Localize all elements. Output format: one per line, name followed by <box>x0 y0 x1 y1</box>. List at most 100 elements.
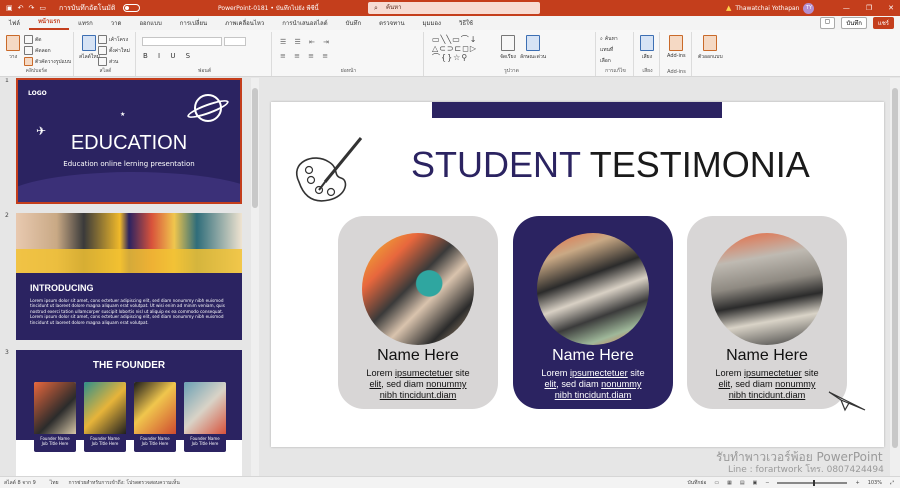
redo-icon[interactable]: ↷ <box>29 4 35 12</box>
zoom-out-button[interactable]: − <box>765 480 769 486</box>
slide-thumbnail-2[interactable]: INTRODUCING Lorem ipsum dolor sit amet, … <box>16 213 242 340</box>
tab-4[interactable]: ออกแบบ <box>130 18 170 28</box>
zoom-slider[interactable] <box>777 479 848 486</box>
user-area[interactable]: ▲ Thawatchai Yothapan TY <box>726 2 815 14</box>
format-painter-button[interactable]: ตัวคัดวางรูปแบบ <box>24 57 71 66</box>
arrange-button[interactable]: จัดเรียง <box>500 35 516 61</box>
close-icon[interactable]: ✕ <box>888 4 894 12</box>
tab-10[interactable]: มุมมอง <box>414 18 450 28</box>
tab-3[interactable]: วาด <box>102 18 131 28</box>
sorter-view-icon[interactable]: ▦ <box>727 480 732 486</box>
replace-button[interactable]: แทนที่ <box>600 46 613 54</box>
slide-thumbnail-1[interactable]: LOGO ★ ✈ EDUCATION Education online lern… <box>16 78 242 204</box>
tab-6[interactable]: ภาพเคลื่อนไหว <box>216 18 273 28</box>
group-voice: เสียง เสียง <box>636 32 660 76</box>
paste-button[interactable]: วาง <box>6 35 20 61</box>
group-drawing: ▭╲╲▭⌒↓ △⊂⊃⊏◻▷ ⌒{}☆⚲ จัดเรียง ลักษณะด่วน รู… <box>428 32 596 76</box>
section-button[interactable]: ส่วน <box>98 57 118 66</box>
find-button[interactable]: ⌕ ค้นหา <box>600 35 618 43</box>
quick-styles-button[interactable]: ลักษณะด่วน <box>520 35 546 61</box>
dictate-label: เสียง <box>641 54 653 60</box>
tab-9[interactable]: ตรวจทาน <box>370 18 413 28</box>
notes-button[interactable]: บันทึกย่อ <box>687 479 706 487</box>
share-button[interactable]: แชร์ <box>872 17 894 29</box>
autosave-toggle[interactable] <box>123 4 141 12</box>
align-buttons[interactable]: ≡ ≡ ≡ ≡ <box>280 52 331 60</box>
testimonial-card: Name Here Lorem ipsumectetuer site elit, … <box>338 216 498 409</box>
reset-button[interactable]: ตั้งค่าใหม่ <box>98 46 130 55</box>
search-box[interactable]: ⌕ ค้นหา <box>368 2 540 14</box>
layout-label: เค้าโครง <box>109 36 129 43</box>
search-placeholder: ค้นหา <box>386 4 402 11</box>
founder-role: Job Title Here <box>91 441 119 446</box>
group-editing: ⌕ ค้นหา แทนที่ เลือก การแก้ไข <box>598 32 634 76</box>
founder-caption: Founder Name Job Title Here <box>184 434 226 452</box>
group-label-drawing: รูปวาด <box>504 68 519 74</box>
group-font: B I U S ฟอนต์ <box>138 32 272 76</box>
layout-button[interactable]: เค้าโครง <box>98 35 128 44</box>
founder-role: Job Title Here <box>41 441 69 446</box>
paper-plane-icon <box>828 391 866 412</box>
thumbnail-number: 1 <box>5 78 9 84</box>
language-indicator[interactable]: ไทย <box>50 479 59 487</box>
text-link: nibh tincidunt.diam <box>554 390 632 400</box>
slide-scrollbar[interactable] <box>890 78 900 476</box>
new-slide-button[interactable]: สไลด์ใหม่ <box>79 35 100 61</box>
comments-icon[interactable]: ▢ <box>819 17 836 29</box>
select-button[interactable]: เลือก <box>600 57 611 65</box>
tab-1[interactable]: หน้าแรก <box>28 16 70 30</box>
tab-7[interactable]: การนำเสนอสไลด์ <box>273 18 336 28</box>
copy-button[interactable]: คัดลอก <box>24 46 51 55</box>
designer-button[interactable]: ตัวออกแบบ <box>698 35 723 61</box>
student-photo <box>362 233 474 345</box>
quick-access-toolbar: ▣ ↶ ↷ ▭ การบันทึกอัตโนมัติ <box>0 3 141 14</box>
thumbnails-scrollbar[interactable] <box>251 78 259 476</box>
shapes-gallery[interactable]: ▭╲╲▭⌒↓ △⊂⊃⊏◻▷ ⌒{}☆⚲ <box>432 35 477 62</box>
zoom-level[interactable]: 103% <box>868 480 882 486</box>
thumb-logo: LOGO <box>28 90 47 97</box>
font-format-buttons[interactable]: B I U S <box>143 52 194 60</box>
tab-2[interactable]: แทรก <box>69 18 102 28</box>
tab-8[interactable]: บันทึก <box>337 18 371 28</box>
accessibility-status[interactable]: การช่วยสำหรับการเข้าถึง: โปรดตรวจสอบความ… <box>69 479 180 487</box>
avatar[interactable]: TY <box>803 2 815 14</box>
undo-icon[interactable]: ↶ <box>18 4 24 12</box>
zoom-in-button[interactable]: + <box>855 480 859 486</box>
list-buttons[interactable]: ☰ ☰ ⇤ ⇥ <box>280 38 332 46</box>
normal-view-icon[interactable]: ▭ <box>714 480 719 486</box>
founder-role: Job Title Here <box>141 441 169 446</box>
save-icon[interactable]: ▣ <box>6 4 13 12</box>
fit-slide-icon[interactable]: ⤢ <box>890 480 894 486</box>
tab-5[interactable]: การเปลี่ยน <box>171 18 216 28</box>
group-label-editing: การแก้ไข <box>605 68 626 74</box>
record-button[interactable]: บันทึก <box>841 17 867 29</box>
find-label: ค้นหา <box>604 36 618 42</box>
slideshow-icon[interactable]: ▣ <box>753 480 758 486</box>
addins-button[interactable]: Add-ins <box>667 35 686 59</box>
text-segment: , sed diam <box>556 379 602 389</box>
founder-card: Founder Name Job Title Here <box>184 382 226 452</box>
minimize-icon[interactable]: — <box>843 4 850 12</box>
slide-thumbnail-3[interactable]: THE FOUNDER Founder Name Job Title Here F… <box>16 350 242 476</box>
present-icon[interactable]: ▭ <box>39 4 46 12</box>
scrollbar-thumb[interactable] <box>892 88 898 448</box>
reset-label: ตั้งค่าใหม่ <box>109 47 130 54</box>
tab-0[interactable]: ไฟล์ <box>0 18 29 28</box>
format-painter-label: ตัวคัดวางรูปแบบ <box>35 58 72 65</box>
ribbon-tabs: ไฟล์ หน้าแรก แทรก วาด ออกแบบ การเปลี่ยน ภาพเคล… <box>0 16 900 30</box>
scrollbar-thumb[interactable] <box>252 88 258 208</box>
text-link: ipsumectetuer <box>744 368 802 378</box>
cut-label: ตัด <box>35 36 42 43</box>
font-family-select[interactable] <box>142 37 222 46</box>
brush-icon <box>24 57 33 66</box>
current-slide[interactable]: STUDENT TESTIMONIA Name Here Lorem ipsum… <box>271 102 884 447</box>
font-size-select[interactable] <box>224 37 246 46</box>
restore-icon[interactable]: ❐ <box>866 4 872 12</box>
reading-view-icon[interactable]: ▤ <box>740 480 745 486</box>
group-label-paragraph: ย่อหน้า <box>340 68 357 74</box>
cut-button[interactable]: ตัด <box>24 35 42 44</box>
tab-11[interactable]: วิธีใช้ <box>450 18 482 28</box>
new-slide-icon <box>82 35 97 51</box>
dictate-button[interactable]: เสียง <box>640 35 654 61</box>
founder-caption: Founder Name Job Title Here <box>84 434 126 452</box>
